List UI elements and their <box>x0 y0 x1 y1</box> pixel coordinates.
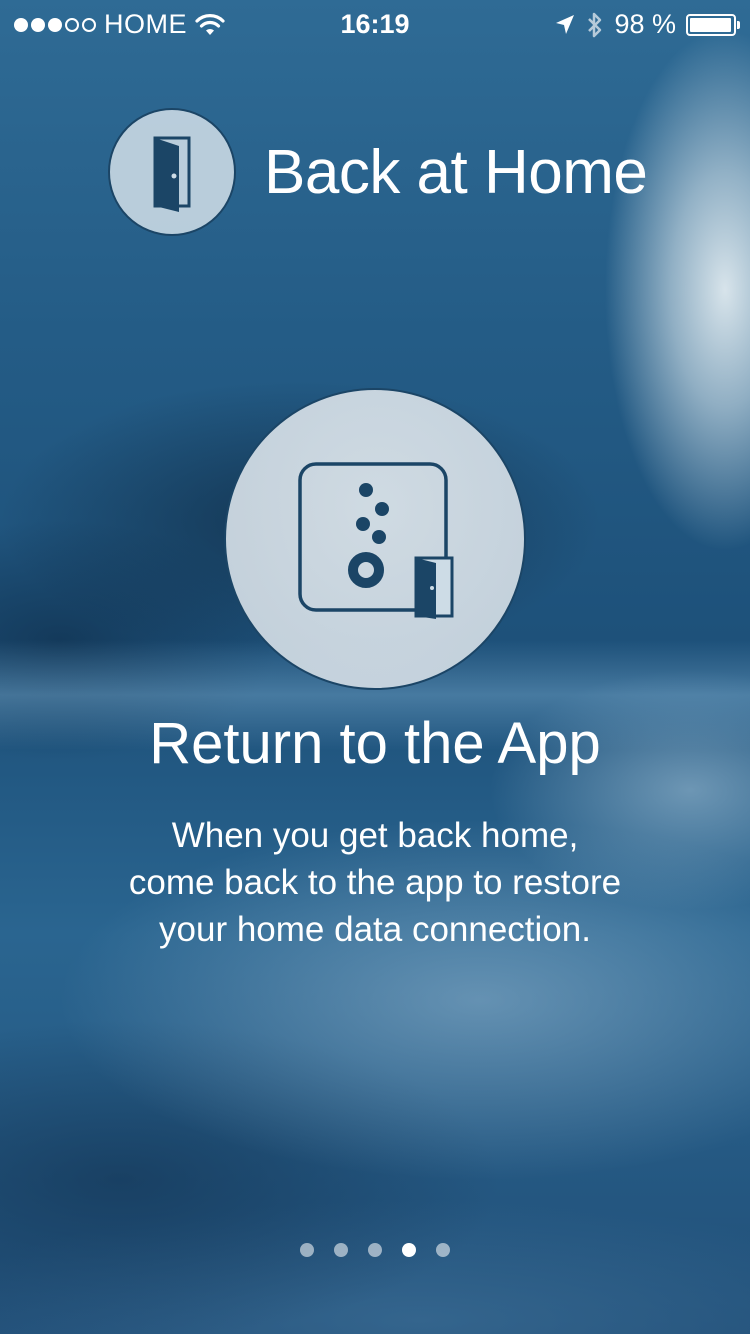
description-line: your home data connection. <box>159 910 591 949</box>
battery-percentage: 98 % <box>614 9 676 39</box>
description-line: When you get back home, <box>171 816 579 855</box>
page-dot-4[interactable] <box>402 1243 416 1257</box>
page-indicator[interactable] <box>0 1243 750 1257</box>
page-dot-2[interactable] <box>334 1243 348 1257</box>
onboarding-screen: HOME 16:19 98 % Back at Home Return to t… <box>0 0 750 1334</box>
battery-fill <box>690 17 732 32</box>
page-dot-1[interactable] <box>300 1243 314 1257</box>
bluetooth-icon <box>588 12 602 37</box>
app-header: Back at Home <box>108 108 648 236</box>
description-line: come back to the app to restore <box>128 863 622 902</box>
page-dot-3[interactable] <box>368 1243 382 1257</box>
app-logo <box>108 108 236 236</box>
hero-illustration <box>224 388 526 690</box>
hub-door-icon <box>298 462 454 619</box>
app-title: Back at Home <box>264 137 648 207</box>
page-description: When you get back home, come back to the… <box>60 812 690 953</box>
status-bar: HOME 16:19 98 % <box>0 0 750 50</box>
location-arrow-icon <box>556 14 575 34</box>
door-icon <box>153 136 191 212</box>
page-dot-5[interactable] <box>436 1243 450 1257</box>
status-right: 98 % <box>554 9 740 40</box>
battery-icon <box>686 13 740 36</box>
page-headline: Return to the App <box>149 711 601 776</box>
